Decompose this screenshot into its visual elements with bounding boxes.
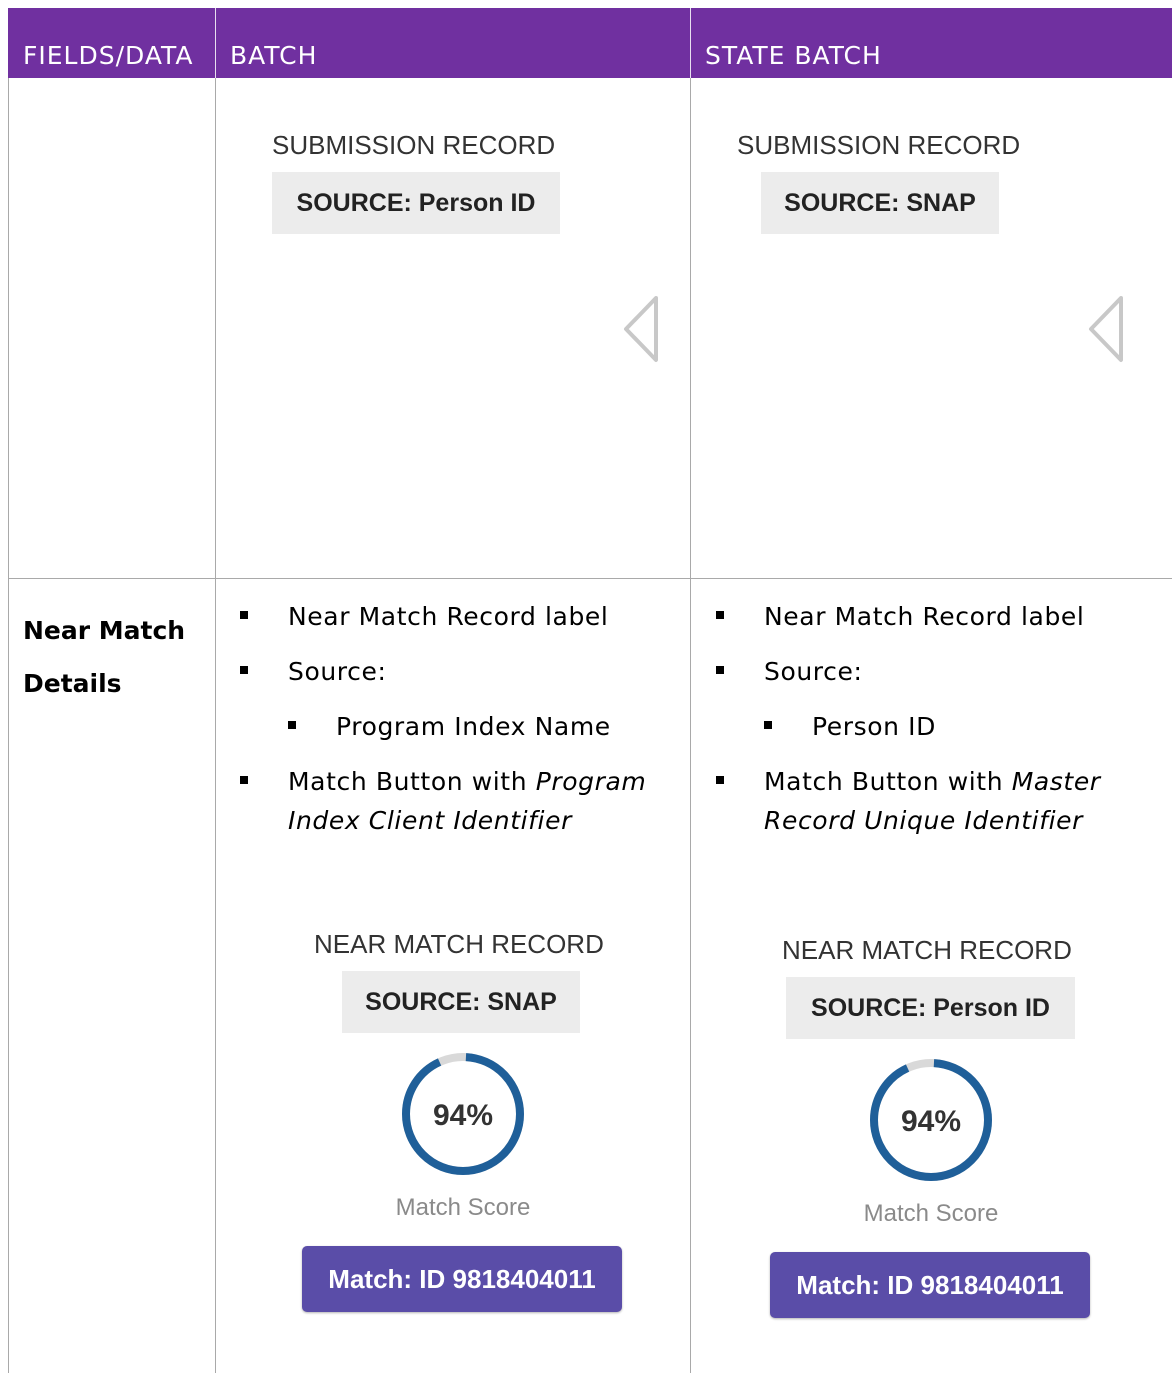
- list-item: Near Match Record label: [240, 597, 680, 636]
- list-item: Match Button with Program Index Client Id…: [240, 762, 680, 840]
- column-divider: [690, 78, 691, 1373]
- batch-submission-record-label: SUBMISSION RECORD: [272, 130, 556, 160]
- header-batch: BATCH: [230, 41, 318, 70]
- match-score-gauge: 94%: [870, 1059, 992, 1181]
- state-batch-submission-source-chip: SOURCE: SNAP: [761, 172, 999, 234]
- column-divider: [215, 78, 216, 1373]
- batch-submission-source-chip: SOURCE: Person ID: [272, 172, 560, 234]
- list-sub-item: Person ID: [716, 707, 1166, 746]
- match-button[interactable]: Match: ID 9818404011: [770, 1252, 1090, 1318]
- list-item-text: Source:: [764, 657, 863, 686]
- list-item-emphasis: Master: [1011, 767, 1101, 796]
- header-divider: [215, 8, 216, 78]
- table-border-left: [8, 78, 9, 1373]
- match-score-value: 94%: [901, 1105, 961, 1138]
- list-sub-item: Program Index Name: [240, 707, 680, 746]
- list-item: Match Button with Master Record Unique Id…: [716, 762, 1166, 840]
- row-divider: [8, 578, 1172, 579]
- list-item: Source:: [716, 652, 1166, 691]
- batch-field-list: Near Match Record label Source: Program …: [240, 597, 680, 840]
- list-item-emphasis: Index Client Identifier: [288, 806, 572, 835]
- list-item-text: Match Button with: [288, 767, 536, 796]
- header-fields-data: FIELDS/DATA: [23, 41, 194, 70]
- list-item-text: Source:: [288, 657, 387, 686]
- list-item-text: Program Index Name: [336, 712, 611, 741]
- list-item-text: Match Button with: [764, 767, 1012, 796]
- match-score-gauge: 94%: [402, 1053, 524, 1175]
- match-score-value: 94%: [433, 1099, 493, 1132]
- match-score-label: Match Score: [863, 1200, 999, 1227]
- row-label-near-match: Near Match: [23, 616, 186, 645]
- row-label-details: Details: [23, 669, 122, 698]
- match-score-label: Match Score: [395, 1194, 531, 1221]
- match-button[interactable]: Match: ID 9818404011: [302, 1246, 622, 1312]
- header-state-batch: STATE BATCH: [705, 41, 882, 70]
- state-batch-field-list: Near Match Record label Source: Person I…: [716, 597, 1166, 840]
- batch-near-match-record-label: NEAR MATCH RECORD: [314, 929, 604, 959]
- list-item-text: Near Match Record label: [764, 602, 1085, 631]
- state-batch-submission-record-label: SUBMISSION RECORD: [737, 130, 1021, 160]
- state-batch-near-match-source-chip: SOURCE: Person ID: [786, 977, 1075, 1039]
- state-batch-near-match-record-label: NEAR MATCH RECORD: [782, 935, 1072, 965]
- list-item: Near Match Record label: [716, 597, 1166, 636]
- batch-near-match-source-chip: SOURCE: SNAP: [342, 971, 580, 1033]
- list-item-emphasis: Program: [535, 767, 647, 796]
- list-item-emphasis: Record Unique Identifier: [764, 806, 1084, 835]
- list-item-text: Person ID: [812, 712, 936, 741]
- list-item-text: Near Match Record label: [288, 602, 609, 631]
- chevron-left-icon[interactable]: [620, 294, 664, 364]
- list-item: Source:: [240, 652, 680, 691]
- chevron-left-icon[interactable]: [1085, 294, 1129, 364]
- header-divider: [690, 8, 691, 78]
